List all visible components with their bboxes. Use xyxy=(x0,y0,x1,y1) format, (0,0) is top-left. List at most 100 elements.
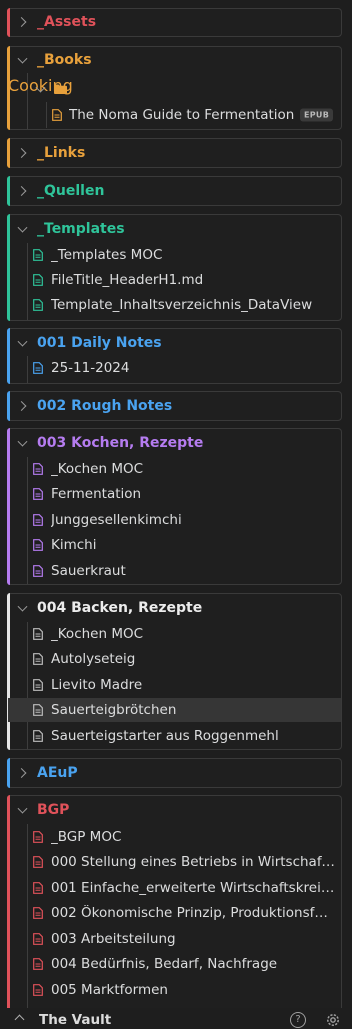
chevron-down-icon[interactable] xyxy=(17,601,28,612)
file-bgp-002[interactable]: 002 Ökonomische Prinzip, Produktionsfak.… xyxy=(8,901,341,925)
chevron-right-icon[interactable] xyxy=(16,768,27,778)
file-icon xyxy=(33,539,43,551)
chevron-right-icon[interactable] xyxy=(16,17,27,27)
folder-bgp[interactable]: BGP _BGP MOC 000 Stellung eines Betriebs… xyxy=(7,795,342,1009)
epub-badge: EPUB xyxy=(300,108,334,122)
folder-header[interactable]: 001 Daily Notes xyxy=(8,329,341,356)
folder-header[interactable]: _Links xyxy=(8,139,341,167)
file-noma-guide[interactable]: The Noma Guide to Fermentation EPUB xyxy=(8,103,341,127)
file-label: _BGP MOC xyxy=(51,829,122,845)
file-bgp-004[interactable]: 004 Bedürfnis, Bedarf, Nachfrage xyxy=(8,952,341,976)
file-kimchi[interactable]: Kimchi xyxy=(8,533,341,557)
folder-header[interactable]: _Assets xyxy=(8,9,341,35)
file-label: 005 Marktformen xyxy=(51,982,168,998)
file-label: Template_Inhaltsverzeichnis_DataView xyxy=(51,297,313,313)
folder-links[interactable]: _Links xyxy=(7,138,342,168)
chevron-right-icon[interactable] xyxy=(16,401,27,411)
file-icon xyxy=(33,907,43,919)
file-icon xyxy=(33,704,43,716)
gear-icon[interactable] xyxy=(324,1011,342,1029)
folder-header[interactable]: _Books xyxy=(8,47,341,73)
file-icon xyxy=(33,514,43,526)
file-bgp-moc[interactable]: _BGP MOC xyxy=(8,825,341,849)
file-label: The Noma Guide to Fermentation xyxy=(69,107,295,123)
file-sauerkraut[interactable]: Sauerkraut xyxy=(8,559,341,583)
file-icon xyxy=(33,984,43,996)
file-template-inhaltsverzeichnis[interactable]: Template_Inhaltsverzeichnis_DataView xyxy=(8,293,341,317)
file-label: _Kochen MOC xyxy=(51,461,144,477)
file-autolyseteig[interactable]: Autolyseteig xyxy=(8,647,341,671)
file-icon xyxy=(33,831,43,843)
file-label: 004 Bedürfnis, Bedarf, Nachfrage xyxy=(51,956,278,972)
file-icon xyxy=(33,882,43,894)
file-label: Sauerkraut xyxy=(51,563,126,579)
vault-switcher[interactable]: The Vault xyxy=(39,1012,111,1028)
chevron-down-icon[interactable] xyxy=(17,803,28,814)
folder-backen-rezepte[interactable]: 004 Backen, Rezepte _Kochen MOC Autolyse… xyxy=(7,593,342,750)
file-label: Kimchi xyxy=(51,537,97,553)
folder-rough-notes[interactable]: 002 Rough Notes xyxy=(7,391,342,421)
file-icon xyxy=(33,463,43,475)
folder-name: 003 Kochen, Rezepte xyxy=(37,435,204,451)
file-label: _Templates MOC xyxy=(51,247,163,263)
file-label: 001 Einfache_erweiterte Wirtschaftskreis… xyxy=(51,880,336,896)
file-lievito-madre[interactable]: Lievito Madre xyxy=(8,673,341,697)
folder-header[interactable]: 004 Backen, Rezepte xyxy=(8,594,341,622)
file-label: 003 Arbeitsteilung xyxy=(51,931,176,947)
file-icon xyxy=(52,109,62,121)
file-fermentation[interactable]: Fermentation xyxy=(8,482,341,506)
file-icon xyxy=(33,933,43,945)
folder-assets[interactable]: _Assets xyxy=(7,8,342,37)
file-filetitle-header[interactable]: FileTitle_HeaderH1.md xyxy=(8,268,341,292)
file-icon xyxy=(33,565,43,577)
folder-header[interactable]: BGP xyxy=(8,796,341,824)
folder-books[interactable]: _Books Cooking The Noma Guide to Ferment… xyxy=(7,46,342,130)
file-icon xyxy=(33,299,43,311)
folder-header[interactable]: 002 Rough Notes xyxy=(8,392,341,420)
chevron-down-icon[interactable] xyxy=(17,436,28,447)
folder-quellen[interactable]: _Quellen xyxy=(7,176,342,206)
file-bgp-005[interactable]: 005 Marktformen xyxy=(8,978,341,1002)
file-label: _Kochen MOC xyxy=(51,626,144,642)
folder-header[interactable]: 003 Kochen, Rezepte xyxy=(8,429,341,457)
file-sauerteigbroetchen[interactable]: Sauerteigbrötchen xyxy=(8,698,341,722)
file-label: Lievito Madre xyxy=(51,677,143,693)
folder-header[interactable]: _Templates xyxy=(8,215,341,243)
file-label: Junggesellenkimchi xyxy=(51,512,182,528)
file-bgp-003[interactable]: 003 Arbeitsteilung xyxy=(8,927,341,951)
file-icon xyxy=(33,730,43,742)
folder-name: BGP xyxy=(37,802,70,818)
file-sauerteigstarter[interactable]: Sauerteigstarter aus Roggenmehl xyxy=(8,724,341,748)
chevron-right-icon[interactable] xyxy=(16,148,27,158)
folder-daily-notes[interactable]: 001 Daily Notes 25-11-2024 xyxy=(7,328,342,384)
file-kochen-moc[interactable]: _Kochen MOC xyxy=(8,457,341,481)
folder-templates[interactable]: _Templates _Templates MOC FileTitle_Head… xyxy=(7,214,342,321)
folder-aeup[interactable]: AEuP xyxy=(7,758,342,788)
file-label: Autolyseteig xyxy=(51,651,136,667)
file-icon xyxy=(33,362,43,374)
folder-icon xyxy=(54,84,67,94)
file-junggesellenkimchi[interactable]: Junggesellenkimchi xyxy=(8,508,341,532)
help-icon[interactable]: ? xyxy=(290,1012,306,1028)
file-backen-kochen-moc[interactable]: _Kochen MOC xyxy=(8,622,341,646)
folder-name: _Assets xyxy=(37,14,97,30)
subfolder-cooking[interactable]: Cooking xyxy=(8,76,341,102)
file-templates-moc[interactable]: _Templates MOC xyxy=(8,243,341,267)
chevron-right-icon[interactable] xyxy=(16,186,27,196)
file-label: Fermentation xyxy=(51,486,142,502)
file-bgp-001[interactable]: 001 Einfache_erweiterte Wirtschaftskreis… xyxy=(8,876,341,900)
folder-kochen-rezepte[interactable]: 003 Kochen, Rezepte _Kochen MOC Fermenta… xyxy=(7,428,342,585)
vault-footer: The Vault ? xyxy=(0,1008,352,1028)
file-bgp-000[interactable]: 000 Stellung eines Betriebs in Wirtschaf… xyxy=(8,850,341,874)
chevron-down-icon[interactable] xyxy=(17,222,28,233)
chevron-down-icon[interactable] xyxy=(17,53,28,64)
chevron-down-icon[interactable] xyxy=(17,336,28,347)
file-daily-note[interactable]: 25-11-2024 xyxy=(8,356,341,380)
file-icon xyxy=(33,274,43,286)
folder-name: _Links xyxy=(37,145,86,161)
folder-header[interactable]: AEuP xyxy=(8,759,341,787)
folder-header[interactable]: _Quellen xyxy=(8,177,341,205)
file-icon xyxy=(33,249,43,261)
chevron-up-icon[interactable] xyxy=(14,1014,25,1025)
file-icon xyxy=(33,488,43,500)
